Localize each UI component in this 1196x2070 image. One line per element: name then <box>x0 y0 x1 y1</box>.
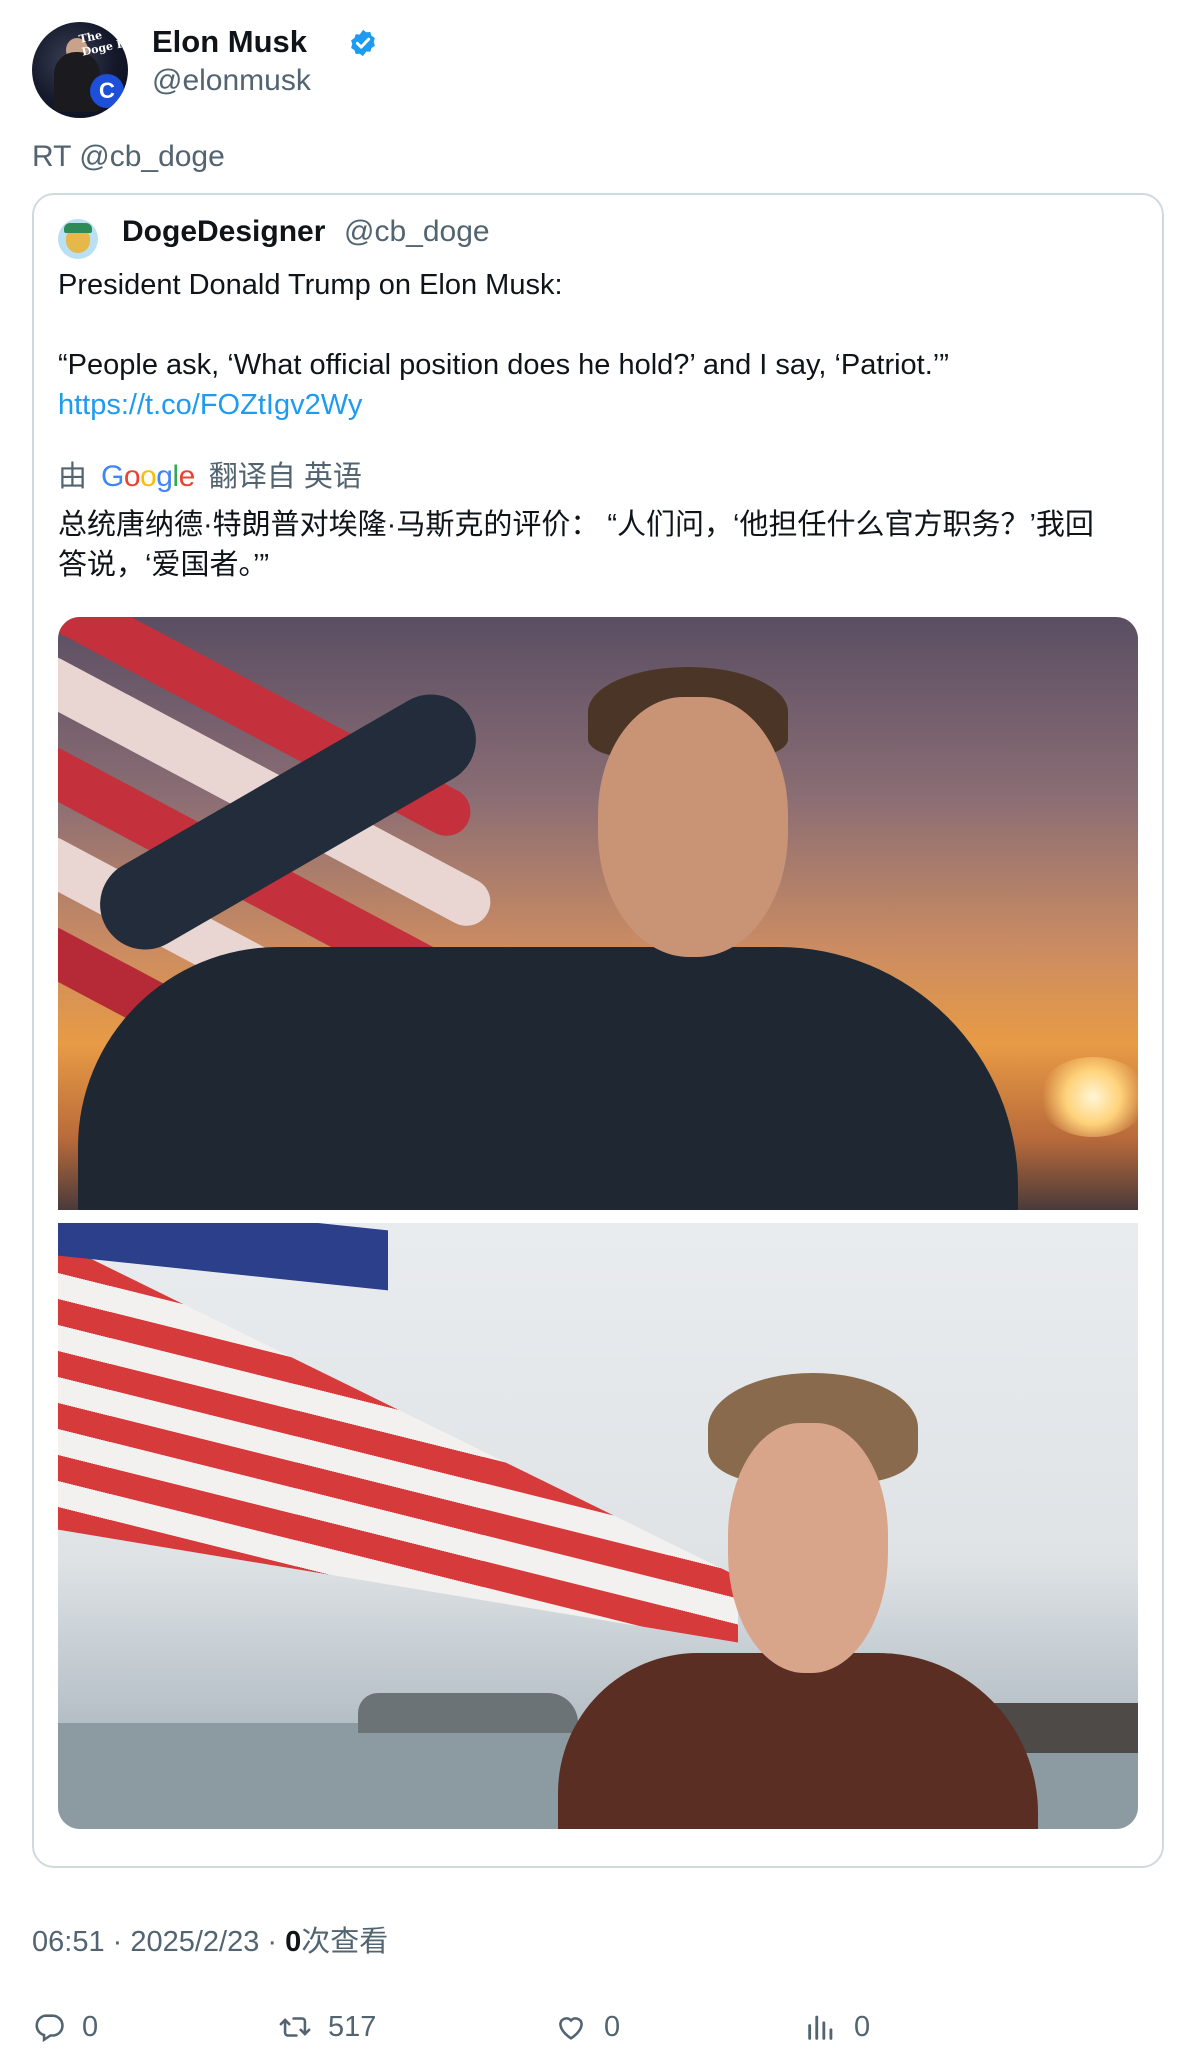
quoted-text-line: President Donald Trump on Elon Musk: <box>58 269 563 301</box>
meta-separator: · <box>104 1926 131 1958</box>
person-jacket <box>78 947 1018 1210</box>
views-action-count: 0 <box>854 2010 871 2043</box>
heart-icon <box>559 2017 583 2040</box>
google-logo-icon: Google <box>101 460 195 493</box>
translate-suffix: 翻译自 英语 <box>208 461 362 493</box>
meta-separator: · <box>259 1926 286 1958</box>
quoted-display-name[interactable]: DogeDesigner <box>122 215 325 249</box>
quoted-tweet-card[interactable]: DogeDesigner @cb_doge President Donald T… <box>32 193 1164 1868</box>
avatar-hat-shape <box>64 223 92 233</box>
avatar-badge: C <box>90 74 124 108</box>
reply-icon <box>35 2014 64 2043</box>
author-avatar[interactable]: The Doge F C <box>32 22 128 118</box>
retweet-button[interactable]: 517 <box>278 2002 376 2052</box>
analytics-icon <box>808 2015 833 2040</box>
quoted-text-line: “People ask, ‘What official position doe… <box>58 349 949 381</box>
like-count: 0 <box>604 2010 621 2043</box>
quoted-handle[interactable]: @cb_doge <box>344 215 490 249</box>
verified-badge-icon <box>351 29 375 57</box>
sunset-sun <box>1038 1057 1138 1137</box>
translated-text: 总统唐纳德·特朗普对埃隆·马斯克的评价： “人们问，‘他担任什么官方职务？’我回… <box>58 509 1094 581</box>
reply-count: 0 <box>82 2010 99 2043</box>
action-bar: 0 517 0 0 <box>32 2002 1164 2052</box>
text-spacer <box>58 305 1138 345</box>
retweet-text: RT @cb_doge <box>32 140 225 173</box>
media-photo-salute[interactable] <box>58 617 1138 1210</box>
translation-attribution[interactable]: 由 Google 翻译自 英语 <box>58 457 362 497</box>
tweet-timestamp: 06:51 · 2025/2/23 · 0次查看 <box>32 1918 388 1960</box>
avatar-caption: The Doge F <box>77 28 126 59</box>
person-face <box>728 1423 888 1673</box>
reply-button[interactable]: 0 <box>32 2002 98 2052</box>
waving-flag <box>58 1223 738 1703</box>
quoted-author-avatar[interactable] <box>58 219 98 259</box>
quoted-tweet-text: President Donald Trump on Elon Musk: “Pe… <box>58 265 1138 425</box>
tweet-time[interactable]: 06:51 <box>32 1926 105 1958</box>
media-photo-flag-bay[interactable] <box>58 1223 1138 1829</box>
person-shirt <box>558 1653 1038 1829</box>
media-gallery[interactable] <box>58 617 1138 1829</box>
tweet-link[interactable]: https://t.co/FOZtIgv2Wy <box>58 385 1138 425</box>
retweet-count: 517 <box>328 2010 377 2043</box>
author-handle[interactable]: @elonmusk <box>152 64 311 98</box>
translate-prefix: 由 <box>58 461 88 493</box>
island-shape <box>358 1693 578 1733</box>
views-label: 次查看 <box>301 1926 389 1958</box>
tweet-date[interactable]: 2025/2/23 <box>130 1926 259 1958</box>
tweet-header: The Doge F C Elon Musk @elonmusk <box>32 22 1132 122</box>
person-face <box>598 697 788 957</box>
views-button[interactable]: 0 <box>804 2002 870 2052</box>
author-display-name[interactable]: Elon Musk <box>152 24 307 60</box>
retweet-icon <box>279 2017 311 2037</box>
like-button[interactable]: 0 <box>554 2002 620 2052</box>
views-count: 0 <box>285 1926 302 1958</box>
